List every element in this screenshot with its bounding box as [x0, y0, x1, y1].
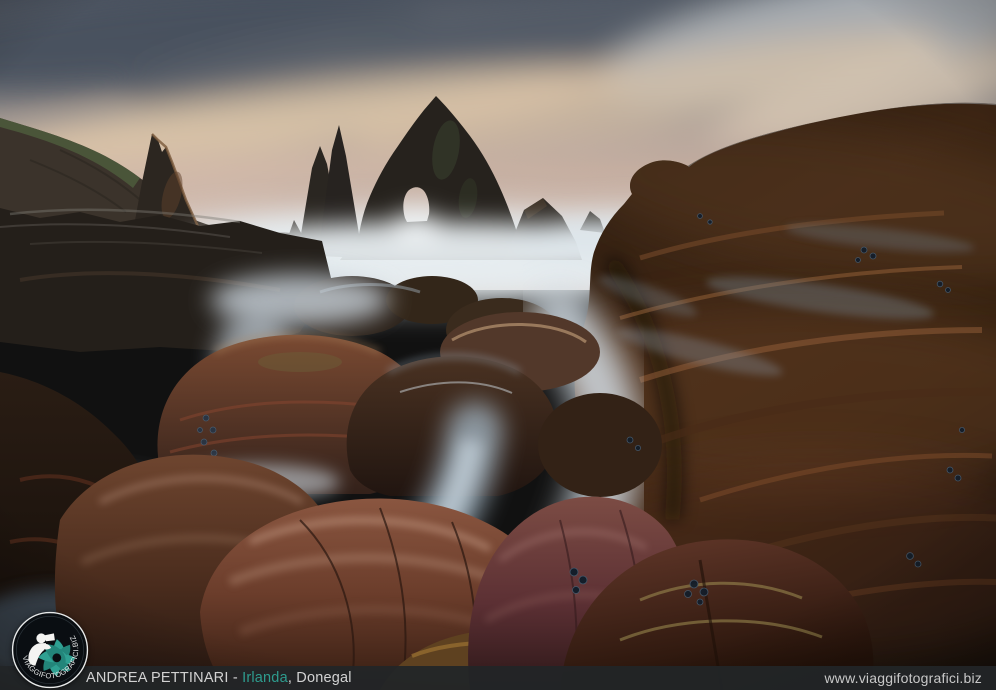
caption-separator: -	[229, 670, 243, 686]
photographer-name: ANDREA PETTINARI	[86, 670, 229, 686]
caption-bar: ANDREA PETTINARI - Irlanda, Donegal www.…	[0, 666, 996, 690]
viaggifotografici-logo-badge: VIAGGIFOTOGRAFICI.BIZ	[11, 611, 89, 689]
caption-location-region: , Donegal	[288, 670, 352, 686]
caption-left: ANDREA PETTINARI - Irlanda, Donegal	[86, 670, 352, 686]
website-url: www.viaggifotografici.biz	[824, 670, 982, 686]
caption-right: www.viaggifotografici.biz	[824, 670, 982, 686]
photo-canvas	[0, 0, 996, 690]
caption-location-country: Irlanda	[242, 670, 288, 686]
seascape-photo-crohy-head: ANDREA PETTINARI - Irlanda, Donegal www.…	[0, 0, 996, 690]
photographer-aperture-icon: VIAGGIFOTOGRAFICI.BIZ	[11, 611, 89, 689]
vignette-overlay	[0, 0, 996, 690]
